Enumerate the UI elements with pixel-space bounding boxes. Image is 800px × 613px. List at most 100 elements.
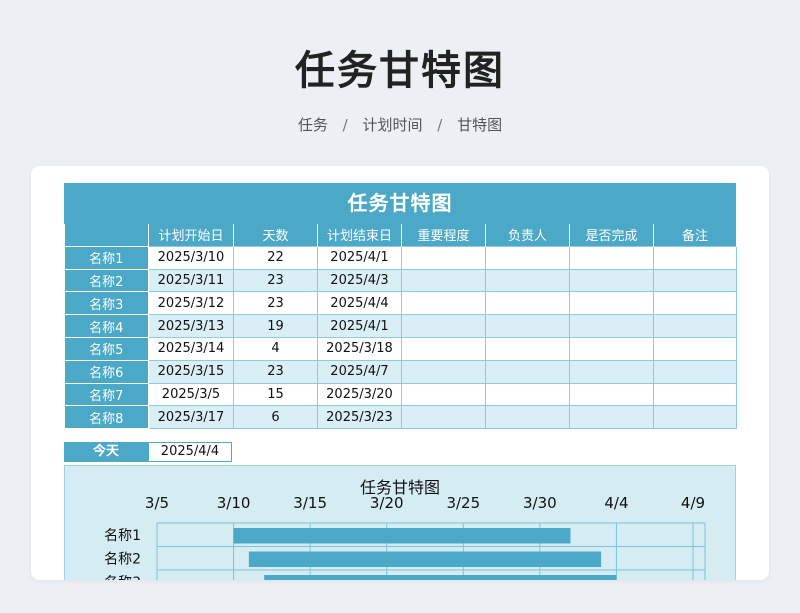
content-card: 任务甘特图 计划开始日 天数 计划结束日 重要程度 负责人 是否完成 备注 名称… [31, 166, 769, 580]
owner-cell[interactable] [485, 382, 570, 407]
gantt-bar [264, 575, 617, 580]
importance-cell[interactable] [401, 245, 486, 270]
gantt-bar [248, 551, 602, 567]
days-cell[interactable]: 15 [233, 382, 318, 407]
end-date-cell[interactable]: 2025/3/23 [317, 405, 402, 430]
end-date-cell[interactable]: 2025/4/1 [317, 245, 402, 270]
end-date-cell[interactable]: 2025/3/20 [317, 382, 402, 407]
end-date-cell[interactable]: 2025/4/4 [317, 291, 402, 316]
owner-cell[interactable] [485, 336, 570, 361]
notes-cell[interactable] [653, 336, 737, 361]
column-header: 是否完成 [569, 224, 654, 247]
importance-cell[interactable] [401, 314, 486, 338]
start-date-cell[interactable]: 2025/3/17 [148, 405, 234, 430]
today-value: 2025/4/4 [148, 442, 232, 462]
start-date-cell[interactable]: 2025/3/15 [148, 359, 234, 384]
y-category-label: 名称1 [104, 528, 141, 544]
days-cell[interactable]: 23 [233, 291, 318, 316]
page-title: 任务甘特图 [295, 48, 505, 94]
breadcrumb-item-gantt[interactable]: 甘特图 [457, 116, 502, 134]
completed-cell[interactable] [569, 405, 654, 430]
row-name: 名称8 [64, 405, 149, 430]
completed-cell[interactable] [569, 245, 654, 270]
start-date-cell[interactable]: 2025/3/5 [148, 382, 234, 407]
column-header: 备注 [653, 224, 737, 247]
table-row: 名称6 2025/3/15 23 2025/4/7 [64, 359, 737, 384]
days-cell[interactable]: 6 [233, 405, 318, 430]
end-date-cell[interactable]: 2025/4/7 [317, 359, 402, 384]
days-cell[interactable]: 22 [233, 245, 318, 270]
owner-cell[interactable] [485, 314, 570, 338]
column-header: 负责人 [485, 224, 570, 247]
table-header-row: 计划开始日 天数 计划结束日 重要程度 负责人 是否完成 备注 [64, 224, 737, 247]
today-row: 今天 2025/4/4 [64, 442, 232, 462]
breadcrumb-item-plan-time[interactable]: 计划时间 [362, 116, 422, 134]
importance-cell[interactable] [401, 359, 486, 384]
notes-cell[interactable] [653, 268, 737, 293]
end-date-cell[interactable]: 2025/4/3 [317, 268, 402, 293]
table-row: 名称1 2025/3/10 22 2025/4/1 [64, 245, 737, 270]
column-header: 计划开始日 [148, 224, 234, 247]
gantt-bar [233, 528, 571, 544]
table-row: 名称2 2025/3/11 23 2025/4/3 [64, 268, 737, 293]
sheet-title: 任务甘特图 [64, 183, 736, 224]
owner-cell[interactable] [485, 359, 570, 384]
column-header: 计划结束日 [317, 224, 402, 247]
days-cell[interactable]: 23 [233, 359, 318, 384]
notes-cell[interactable] [653, 314, 737, 338]
start-date-cell[interactable]: 2025/3/11 [148, 268, 234, 293]
completed-cell[interactable] [569, 268, 654, 293]
header-corner [64, 224, 149, 247]
owner-cell[interactable] [485, 291, 570, 316]
row-name: 名称6 [64, 359, 149, 384]
breadcrumb-item-task[interactable]: 任务 [298, 116, 328, 134]
start-date-cell[interactable]: 2025/3/10 [148, 245, 234, 270]
row-name: 名称2 [64, 268, 149, 293]
start-date-cell[interactable]: 2025/3/12 [148, 291, 234, 316]
task-table: 计划开始日 天数 计划结束日 重要程度 负责人 是否完成 备注 名称1 2025/… [64, 224, 737, 430]
days-cell[interactable]: 4 [233, 336, 318, 361]
spreadsheet-preview: 任务甘特图 计划开始日 天数 计划结束日 重要程度 负责人 是否完成 备注 名称… [64, 183, 737, 580]
end-date-cell[interactable]: 2025/3/18 [317, 336, 402, 361]
gantt-chart: 3/5 3/10 3/15 3/20 3/25 3/30 4/4 4/9 名称1 名称2 名称3 任… [64, 465, 736, 580]
completed-cell[interactable] [569, 336, 654, 361]
row-name: 名称7 [64, 382, 149, 407]
y-category-label: 名称3 [104, 575, 141, 580]
table-row: 名称8 2025/3/17 6 2025/3/23 [64, 405, 737, 430]
completed-cell[interactable] [569, 359, 654, 384]
days-cell[interactable]: 23 [233, 268, 318, 293]
completed-cell[interactable] [569, 314, 654, 338]
importance-cell[interactable] [401, 405, 486, 430]
owner-cell[interactable] [485, 268, 570, 293]
notes-cell[interactable] [653, 382, 737, 407]
row-name: 名称5 [64, 336, 149, 361]
days-cell[interactable]: 19 [233, 314, 318, 338]
breadcrumb-separator: / [342, 116, 348, 134]
notes-cell[interactable] [653, 405, 737, 430]
completed-cell[interactable] [569, 291, 654, 316]
notes-cell[interactable] [653, 359, 737, 384]
owner-cell[interactable] [485, 405, 570, 430]
notes-cell[interactable] [653, 245, 737, 270]
importance-cell[interactable] [401, 336, 486, 361]
breadcrumb-separator: / [437, 116, 443, 134]
table-row: 名称3 2025/3/12 23 2025/4/4 [64, 291, 737, 316]
importance-cell[interactable] [401, 268, 486, 293]
table-row: 名称5 2025/3/14 4 2025/3/18 [64, 336, 737, 361]
completed-cell[interactable] [569, 382, 654, 407]
start-date-cell[interactable]: 2025/3/13 [148, 314, 234, 338]
table-row: 名称7 2025/3/5 15 2025/3/20 [64, 382, 737, 407]
column-header: 重要程度 [401, 224, 486, 247]
notes-cell[interactable] [653, 291, 737, 316]
importance-cell[interactable] [401, 382, 486, 407]
row-name: 名称1 [64, 245, 149, 270]
importance-cell[interactable] [401, 291, 486, 316]
end-date-cell[interactable]: 2025/4/1 [317, 314, 402, 338]
owner-cell[interactable] [485, 245, 570, 270]
row-name: 名称3 [64, 291, 149, 316]
y-category-label: 名称2 [104, 552, 141, 568]
start-date-cell[interactable]: 2025/3/14 [148, 336, 234, 361]
column-header: 天数 [233, 224, 318, 247]
breadcrumb: 任务 / 计划时间 / 甘特图 [0, 114, 800, 135]
row-name: 名称4 [64, 314, 149, 338]
